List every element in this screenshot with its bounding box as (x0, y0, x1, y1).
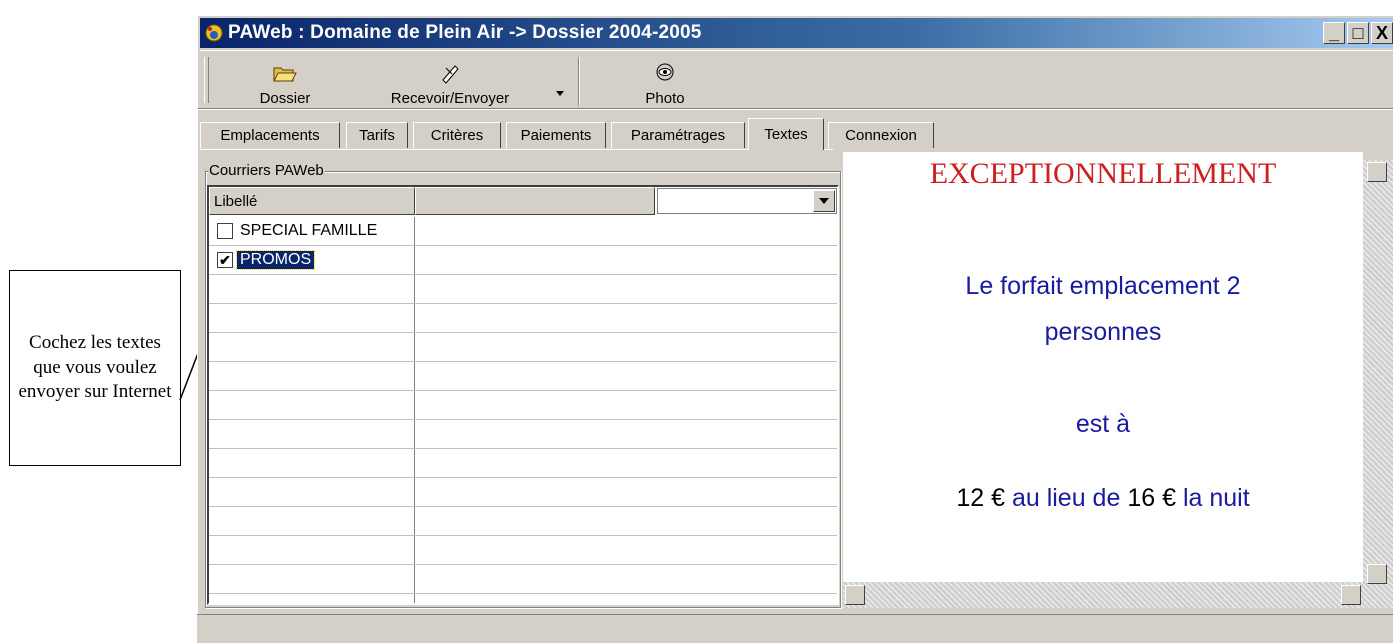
row-cell (209, 536, 415, 564)
tab-label: Paramétrages (630, 127, 726, 144)
empty-row (209, 362, 837, 391)
row-cell (209, 275, 415, 303)
recevoir-envoyer-button[interactable]: Recevoir/Envoyer (375, 53, 525, 107)
tab-textes[interactable]: Textes (748, 118, 824, 150)
column-header-label: Libellé (214, 192, 258, 210)
title-bar[interactable]: PAWeb : Domaine de Plein Air -> Dossier … (200, 18, 1393, 48)
empty-row (209, 420, 837, 449)
empty-row (209, 391, 837, 420)
tab-label: Textes (764, 126, 808, 143)
row-cell (209, 478, 415, 506)
group-label: Courriers PAWeb (208, 162, 325, 180)
vertical-scrollbar[interactable] (1363, 160, 1393, 608)
scroll-left-button[interactable] (845, 585, 865, 605)
row-cell (209, 304, 415, 332)
dossier-label: Dossier (259, 90, 311, 107)
column-header-blank[interactable] (415, 187, 655, 215)
preview-headline: EXCEPTIONNELLEMENT (929, 157, 1277, 190)
row-checkbox[interactable]: ✔ (217, 252, 233, 268)
row-checkbox[interactable] (217, 223, 233, 239)
price-new: 12 € (956, 484, 1005, 512)
empty-row (209, 275, 837, 304)
tab-label: Critères (430, 127, 484, 144)
tab-label: Tarifs (359, 127, 395, 144)
row-cell (209, 565, 415, 593)
row-cell (209, 391, 415, 419)
row-cell (209, 594, 415, 603)
window-title: PAWeb : Domaine de Plein Air -> Dossier … (228, 22, 702, 43)
empty-row (209, 536, 837, 565)
preview-line-1: Le forfait emplacement 2 (965, 272, 1241, 300)
tab-label: Emplacements (220, 127, 320, 144)
combo-dropdown-button[interactable] (813, 190, 835, 212)
close-button[interactable]: X (1371, 22, 1393, 44)
tab-strip: Emplacements Tarifs Critères Paiements P… (200, 116, 1393, 150)
table-row[interactable]: SPECIAL FAMILLE (209, 217, 837, 246)
tab-criteres[interactable]: Critères (413, 122, 501, 148)
empty-row (209, 449, 837, 478)
price-old: 16 € (1127, 484, 1176, 512)
dropdown-arrow-icon[interactable] (556, 91, 564, 97)
row-cell (209, 449, 415, 477)
empty-row (209, 594, 837, 603)
horizontal-scrollbar[interactable] (843, 582, 1363, 608)
row-cell (209, 362, 415, 390)
preview-line-3: est à (1075, 410, 1131, 438)
maximize-icon: □ (1352, 23, 1364, 43)
preview-line-2: personnes (1044, 318, 1162, 346)
row-cell (209, 420, 415, 448)
empty-row (209, 333, 837, 362)
row-label: SPECIAL FAMILLE (240, 222, 378, 239)
row-cell (209, 507, 415, 535)
toolbar-separator (578, 57, 580, 105)
price-mid: au lieu de (1011, 484, 1121, 512)
empty-row (209, 507, 837, 536)
tab-emplacements[interactable]: Emplacements (200, 122, 340, 148)
eye-icon (656, 63, 674, 81)
text-preview[interactable]: EXCEPTIONNELLEMENT Le forfait emplacemen… (843, 152, 1363, 608)
price-end: la nuit (1182, 484, 1250, 512)
preview-price-line: 12 € au lieu de 16 € la nuit (843, 484, 1363, 513)
column-header-libelle[interactable]: Libellé (209, 187, 415, 215)
chevron-down-icon (819, 198, 829, 204)
dossier-button[interactable]: Dossier (240, 53, 330, 107)
empty-row (209, 478, 837, 507)
row-label: PROMOS (235, 250, 316, 270)
tab-parametrages[interactable]: Paramétrages (611, 122, 745, 148)
scroll-down-button[interactable] (1367, 564, 1387, 584)
app-icon (205, 24, 223, 42)
photo-button[interactable]: Photo (625, 53, 705, 107)
toolbar-grip[interactable] (204, 57, 209, 103)
table-row[interactable]: ✔ PROMOS (209, 246, 837, 275)
row-cell: ✔ PROMOS (209, 246, 415, 274)
grid-rows: SPECIAL FAMILLE ✔ PROMOS (209, 217, 837, 603)
grid-header: Libellé (209, 187, 655, 215)
minimize-icon: _ (1328, 23, 1339, 43)
maximize-button[interactable]: □ (1347, 22, 1369, 44)
toolbar-divider (198, 108, 1393, 110)
tab-baseline (200, 149, 833, 150)
tab-connexion[interactable]: Connexion (828, 122, 934, 148)
scroll-right-button[interactable] (1341, 585, 1361, 605)
tab-tarifs[interactable]: Tarifs (346, 122, 408, 148)
status-bar (197, 614, 1393, 643)
minimize-button[interactable]: _ (1323, 22, 1345, 44)
scroll-up-button[interactable] (1367, 162, 1387, 182)
empty-row (209, 565, 837, 594)
photo-label: Photo (645, 90, 685, 107)
recevoir-envoyer-label: Recevoir/Envoyer (390, 90, 510, 107)
column-select[interactable] (657, 188, 837, 214)
open-folder-icon (273, 67, 297, 82)
tab-label: Paiements (520, 127, 592, 144)
toolbar: Dossier Recevoir/Envoyer Photo (200, 50, 1393, 109)
close-icon: X (1375, 23, 1388, 43)
tab-label: Connexion (845, 127, 917, 144)
row-cell (209, 333, 415, 361)
letters-grid: Libellé SPECIAL FAMILLE ✔ PROMOS (207, 185, 839, 605)
row-cell: SPECIAL FAMILLE (209, 217, 415, 245)
checkmark-icon: ✔ (219, 252, 231, 268)
send-receive-icon (442, 65, 459, 84)
empty-row (209, 304, 837, 333)
tab-paiements[interactable]: Paiements (506, 122, 606, 148)
